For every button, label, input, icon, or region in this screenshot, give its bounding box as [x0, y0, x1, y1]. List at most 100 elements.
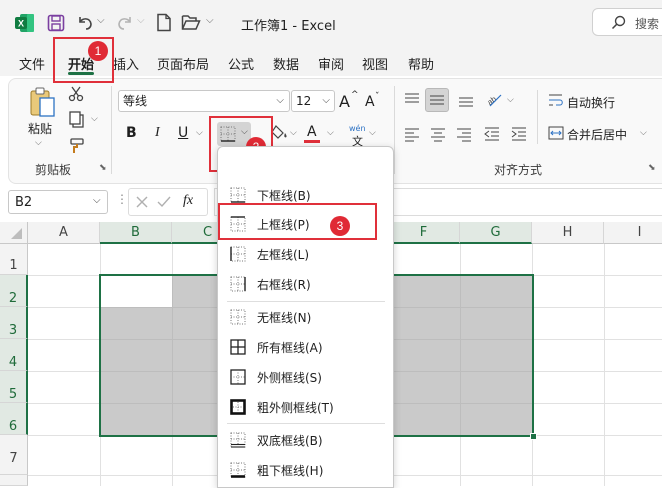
- font-color-button[interactable]: A: [307, 124, 317, 140]
- row-header-3[interactable]: 3: [0, 307, 28, 339]
- enter-icon[interactable]: [157, 195, 171, 209]
- undo-icon[interactable]: [76, 14, 94, 32]
- fill-color-icon[interactable]: [270, 124, 290, 142]
- paste-dropdown-icon[interactable]: ⌵: [35, 138, 42, 148]
- menu-separator: [227, 301, 385, 302]
- italic-button[interactable]: I: [155, 125, 160, 141]
- border-double-bottom-icon: [230, 432, 246, 451]
- align-top-icon[interactable]: [404, 92, 420, 108]
- tab-help[interactable]: 帮助: [408, 54, 434, 73]
- wrap-text-button[interactable]: 自动换行: [567, 94, 615, 111]
- column-header-H[interactable]: H: [532, 222, 604, 244]
- select-all-corner[interactable]: [0, 222, 28, 244]
- menu-item-no-border[interactable]: 无框线(N): [218, 304, 391, 330]
- row-header-4[interactable]: 4: [0, 339, 28, 371]
- row-header-6[interactable]: 6: [0, 403, 28, 435]
- redo-icon[interactable]: [116, 14, 134, 32]
- border-thick-outside-icon: [230, 399, 246, 418]
- cut-icon[interactable]: [68, 86, 84, 102]
- align-left-icon[interactable]: [404, 126, 420, 142]
- merge-center-icon[interactable]: [548, 125, 564, 141]
- format-painter-icon[interactable]: [68, 137, 86, 155]
- align-middle-button[interactable]: [425, 88, 449, 112]
- tab-data[interactable]: 数据: [273, 54, 299, 73]
- clipboard-launcher-icon[interactable]: ⬊: [99, 163, 107, 173]
- underline-dropdown-icon[interactable]: ⌵: [196, 128, 203, 138]
- align-right-icon[interactable]: [456, 126, 472, 142]
- menu-item-left-border[interactable]: 左框线(L): [218, 241, 391, 267]
- name-box-value: B2: [15, 195, 33, 210]
- orientation-dropdown-icon[interactable]: ⌵: [507, 95, 514, 105]
- menu-item-right-border[interactable]: 右框线(R): [218, 271, 391, 297]
- font-size-value: 12: [296, 94, 312, 108]
- wrap-text-icon[interactable]: [548, 92, 564, 108]
- font-name-combo[interactable]: 等线 ⌵: [118, 90, 290, 112]
- tab-formulas[interactable]: 公式: [228, 54, 254, 73]
- chevron-down-icon[interactable]: ⌵: [93, 195, 101, 206]
- menu-item-outside-borders[interactable]: 外侧框线(S): [218, 364, 391, 390]
- select-all-triangle-icon: [11, 228, 22, 239]
- increase-indent-icon[interactable]: [511, 126, 527, 142]
- phonetic-dropdown-icon[interactable]: ⌵: [369, 128, 376, 138]
- column-header-A[interactable]: A: [28, 222, 100, 244]
- group-divider: [111, 86, 112, 174]
- more-options-icon: ⋮: [116, 192, 128, 206]
- new-file-icon[interactable]: [156, 13, 172, 32]
- tab-review[interactable]: 审阅: [318, 54, 344, 73]
- chevron-down-icon[interactable]: ⌵: [276, 91, 284, 111]
- decrease-indent-icon[interactable]: [484, 126, 500, 142]
- alignment-launcher-icon[interactable]: ⬊: [648, 163, 656, 173]
- paste-icon[interactable]: [28, 86, 56, 118]
- tab-insert[interactable]: 插入: [113, 54, 139, 73]
- orientation-icon[interactable]: ab: [486, 91, 504, 109]
- fill-handle[interactable]: [530, 433, 537, 440]
- merge-dropdown-icon[interactable]: ⌵: [640, 128, 647, 138]
- border-all-icon: [230, 339, 246, 358]
- search-box[interactable]: 搜索: [592, 8, 662, 36]
- name-box[interactable]: B2 ⌵: [8, 190, 108, 214]
- menu-item-double-bottom-border[interactable]: 双底框线(B): [218, 427, 391, 453]
- redo-dropdown-icon[interactable]: ⌵: [137, 15, 145, 26]
- gridline: [604, 244, 605, 486]
- border-right-icon: [230, 276, 246, 295]
- step-badge-3: 3: [330, 216, 350, 236]
- cancel-icon[interactable]: [135, 195, 149, 209]
- font-color-swatch: [304, 140, 320, 143]
- align-bottom-icon[interactable]: [458, 92, 474, 108]
- grow-font-button[interactable]: A: [339, 92, 350, 111]
- search-icon: [611, 15, 626, 30]
- column-header-G[interactable]: G: [460, 222, 532, 244]
- underline-button[interactable]: U: [178, 125, 188, 141]
- shrink-font-button[interactable]: A: [365, 94, 375, 110]
- fill-color-dropdown-icon[interactable]: ⌵: [290, 128, 297, 138]
- row-header-8[interactable]: [0, 475, 28, 486]
- align-center-icon[interactable]: [430, 126, 446, 142]
- quick-access-dropdown-icon[interactable]: ⌵: [206, 15, 214, 26]
- tab-view[interactable]: 视图: [362, 54, 388, 73]
- column-header-F[interactable]: F: [388, 222, 460, 244]
- menu-item-thick-outside-borders[interactable]: 粗外侧框线(T): [218, 394, 391, 420]
- merge-center-button[interactable]: 合并后居中: [567, 126, 627, 143]
- font-color-dropdown-icon[interactable]: ⌵: [327, 128, 334, 138]
- menu-item-all-borders[interactable]: 所有框线(A): [218, 334, 391, 360]
- row-header-2[interactable]: 2: [0, 275, 28, 307]
- tab-file[interactable]: 文件: [19, 54, 45, 73]
- copy-icon[interactable]: [68, 111, 86, 129]
- tab-page-layout[interactable]: 页面布局: [157, 54, 209, 73]
- save-icon[interactable]: [47, 14, 65, 32]
- row-header-5[interactable]: 5: [0, 371, 28, 403]
- column-header-I[interactable]: I: [604, 222, 662, 244]
- paste-label[interactable]: 粘贴: [28, 120, 52, 137]
- menu-item-label: 无框线(N): [257, 311, 312, 325]
- insert-function-button[interactable]: fx: [183, 193, 193, 209]
- row-header-7[interactable]: 7: [0, 435, 28, 475]
- row-header-1[interactable]: 1: [0, 244, 28, 275]
- chevron-down-icon[interactable]: ⌵: [322, 91, 330, 111]
- copy-dropdown-icon[interactable]: ⌵: [91, 114, 98, 124]
- column-header-B[interactable]: B: [100, 222, 172, 244]
- font-size-combo[interactable]: 12 ⌵: [291, 90, 335, 112]
- menu-item-thick-bottom-border[interactable]: 粗下框线(H): [218, 457, 391, 483]
- bold-button[interactable]: B: [126, 125, 137, 141]
- open-folder-icon[interactable]: [181, 14, 201, 31]
- undo-dropdown-icon[interactable]: ⌵: [97, 15, 105, 26]
